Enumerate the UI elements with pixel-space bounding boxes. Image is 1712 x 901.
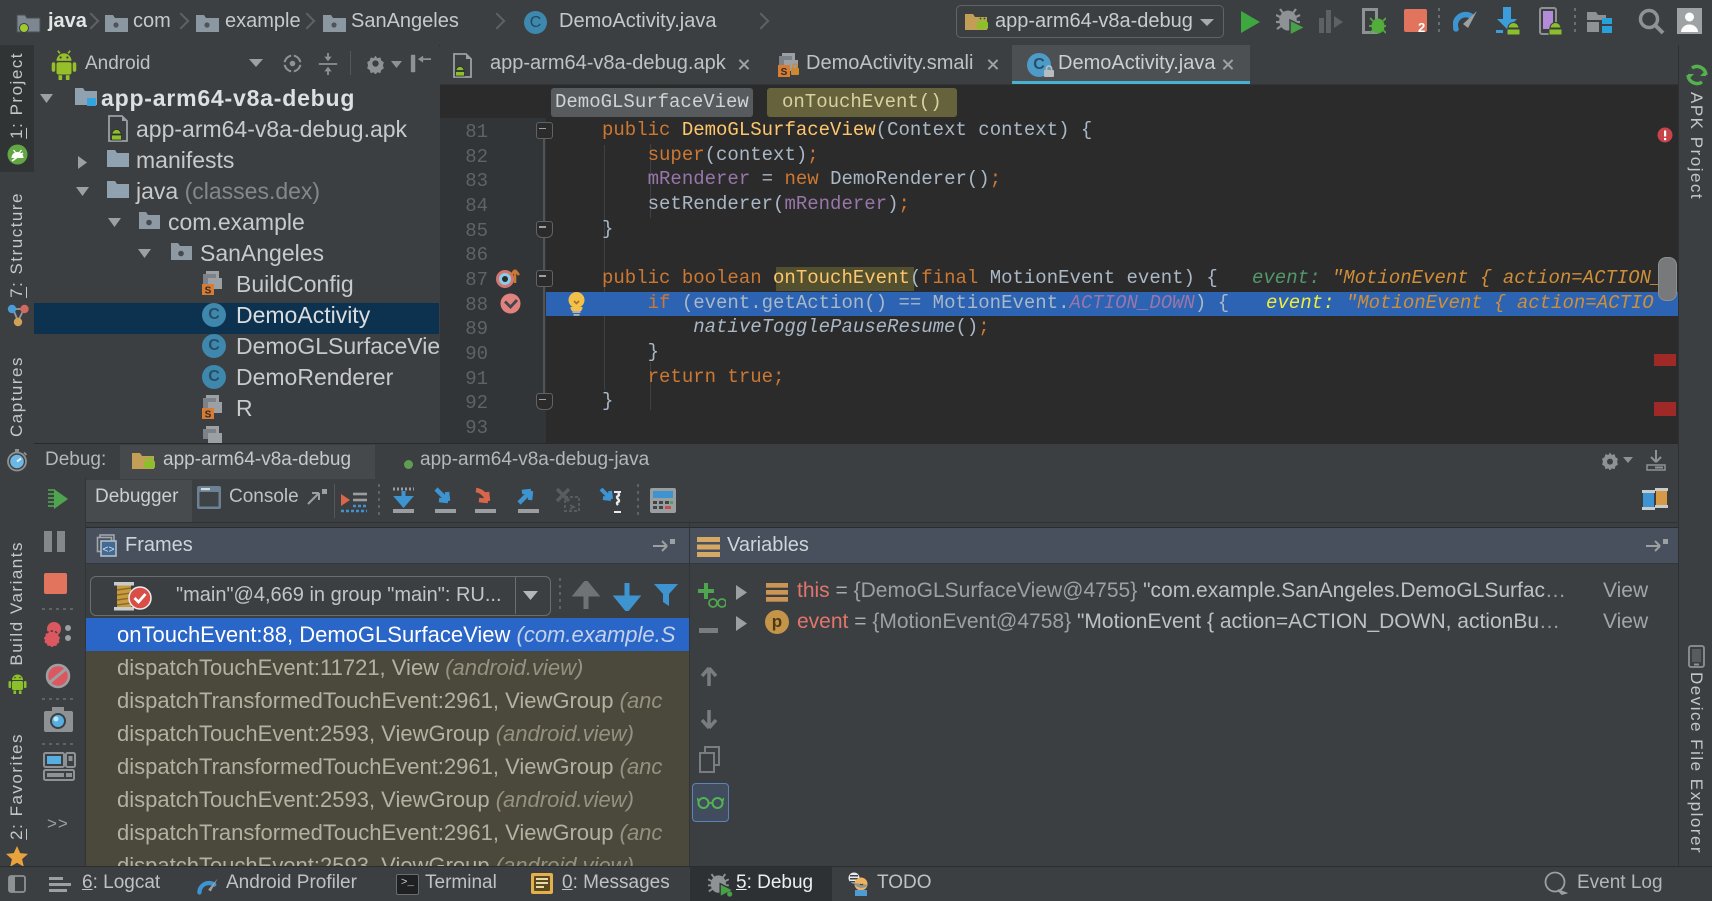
- svg-text:S: S: [781, 67, 788, 78]
- svg-text:S: S: [205, 286, 212, 297]
- svg-text:<>: <>: [102, 546, 114, 557]
- svg-text:S: S: [205, 410, 212, 421]
